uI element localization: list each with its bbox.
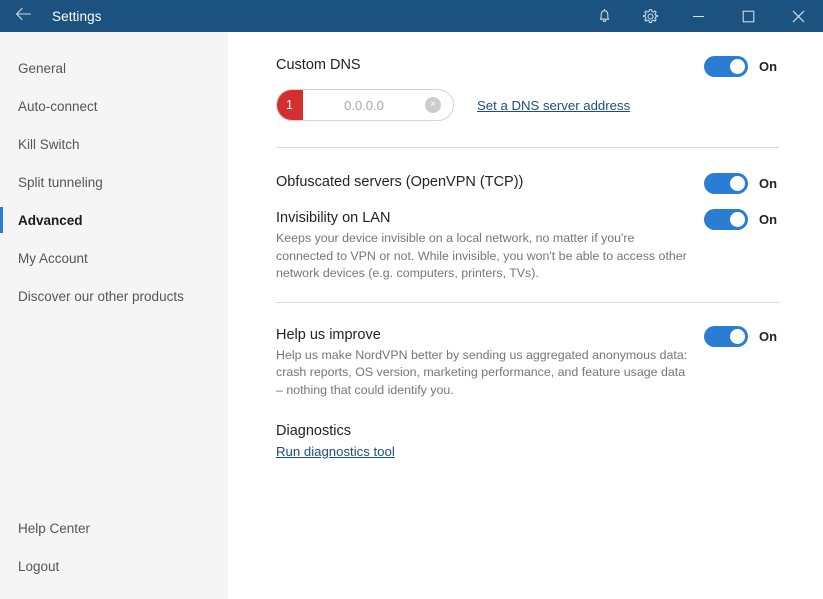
dns-server-field[interactable]: 1 × <box>276 89 454 121</box>
help-us-improve-toggle[interactable]: On <box>704 325 779 347</box>
sidebar: General Auto-connect Kill Switch Split t… <box>0 32 228 599</box>
content-top-spacer <box>276 32 779 55</box>
bell-icon <box>597 8 612 24</box>
divider-bottom-spacer <box>276 148 779 172</box>
run-diagnostics-tool-link[interactable]: Run diagnostics tool <box>276 444 395 459</box>
sidebar-item-label: Discover our other products <box>18 288 184 304</box>
sidebar-item-help-center[interactable]: Help Center <box>0 509 228 547</box>
toggle-knob <box>730 176 745 191</box>
maximize-icon <box>742 10 755 23</box>
minimize-button[interactable] <box>673 0 723 32</box>
sidebar-item-label: Logout <box>18 558 60 574</box>
toggle-track <box>704 325 748 347</box>
close-button[interactable] <box>773 0 823 32</box>
help-us-improve-text-group: Help us improve Help us make NordVPN bet… <box>276 325 704 400</box>
settings-gear-button[interactable] <box>627 0 673 32</box>
window-body: General Auto-connect Kill Switch Split t… <box>0 32 823 599</box>
invisibility-on-lan-description: Keeps your device invisible on a local n… <box>276 231 687 280</box>
sidebar-item-split-tunneling[interactable]: Split tunneling <box>0 163 228 201</box>
toggle-track <box>704 209 748 230</box>
clear-circle-icon[interactable]: × <box>425 97 441 113</box>
help-us-improve-toggle-state: On <box>759 328 778 344</box>
diagnostics-section: Diagnostics Run diagnostics tool <box>276 421 779 461</box>
sidebar-item-label: Split tunneling <box>18 174 103 190</box>
close-icon <box>792 10 805 23</box>
invisibility-on-lan-section: Invisibility on LAN Keeps your device in… <box>276 208 779 283</box>
minimize-icon <box>692 10 705 23</box>
diagnostics-title: Diagnostics <box>276 423 351 439</box>
sidebar-item-general[interactable]: General <box>0 49 228 87</box>
sidebar-item-advanced[interactable]: Advanced <box>0 201 228 239</box>
dns-input-row: 1 × Set a DNS server address <box>276 89 779 121</box>
sidebar-item-label: Advanced <box>18 212 83 228</box>
custom-dns-text-group: Custom DNS <box>276 55 704 75</box>
help-us-improve-section: Help us improve Help us make NordVPN bet… <box>276 325 779 400</box>
invisibility-on-lan-title: Invisibility on LAN <box>276 210 391 226</box>
notifications-button[interactable] <box>581 0 627 32</box>
sidebar-item-logout[interactable]: Logout <box>0 547 228 585</box>
back-button[interactable] <box>0 0 46 32</box>
custom-dns-section: Custom DNS On <box>276 55 779 77</box>
sidebar-item-label: Kill Switch <box>18 136 80 152</box>
title-bar-controls <box>581 0 823 32</box>
sidebar-item-label: General <box>18 60 67 76</box>
sidebar-item-label: My Account <box>18 250 88 266</box>
toggle-track <box>704 173 748 194</box>
toggle-knob <box>730 212 745 227</box>
sidebar-item-label: Help Center <box>18 520 91 536</box>
set-dns-server-address-link[interactable]: Set a DNS server address <box>477 98 630 113</box>
title-bar: Settings <box>0 0 823 32</box>
settings-window: Settings General Auto-connect Kill Switc… <box>0 0 823 599</box>
dns-index-badge: 1 <box>277 90 303 120</box>
toggle-track <box>704 56 748 77</box>
settings-content: Custom DNS On 1 × Set a DNS server addre… <box>228 32 823 599</box>
obfuscated-servers-section: Obfuscated servers (OpenVPN (TCP)) On <box>276 172 779 194</box>
invisibility-on-lan-text-group: Invisibility on LAN Keeps your device in… <box>276 208 704 283</box>
obfuscated-servers-toggle-state: On <box>759 176 778 191</box>
sidebar-bottom-group: Help Center Logout <box>0 509 228 599</box>
sidebar-item-discover-products[interactable]: Discover our other products <box>0 277 228 315</box>
custom-dns-toggle-state: On <box>759 59 778 74</box>
custom-dns-toggle[interactable]: On <box>704 55 779 77</box>
invisibility-on-lan-toggle-state: On <box>759 212 778 227</box>
custom-dns-title: Custom DNS <box>276 57 361 73</box>
toggle-knob <box>730 328 745 344</box>
diagnostics-spacer <box>276 399 779 421</box>
invisibility-on-lan-toggle[interactable]: On <box>704 208 779 230</box>
back-arrow-icon <box>15 7 32 26</box>
divider-top-spacer-2 <box>276 283 779 302</box>
sidebar-item-label: Auto-connect <box>18 98 98 114</box>
sidebar-item-kill-switch[interactable]: Kill Switch <box>0 125 228 163</box>
obfuscated-servers-title: Obfuscated servers (OpenVPN (TCP)) <box>276 174 524 190</box>
toggle-knob <box>730 59 745 74</box>
sidebar-item-my-account[interactable]: My Account <box>0 239 228 277</box>
gear-icon <box>642 8 659 25</box>
window-title: Settings <box>52 8 102 24</box>
obfuscated-servers-toggle[interactable]: On <box>704 172 779 194</box>
divider-bottom-spacer-2 <box>276 303 779 325</box>
help-us-improve-title: Help us improve <box>276 326 381 343</box>
divider-top-spacer <box>276 121 779 147</box>
sidebar-item-auto-connect[interactable]: Auto-connect <box>0 87 228 125</box>
dns-server-input[interactable] <box>303 97 425 113</box>
help-us-improve-description: Help us make NordVPN better by sending u… <box>276 347 688 397</box>
maximize-button[interactable] <box>723 0 773 32</box>
obfuscated-servers-text-group: Obfuscated servers (OpenVPN (TCP)) <box>276 172 704 192</box>
